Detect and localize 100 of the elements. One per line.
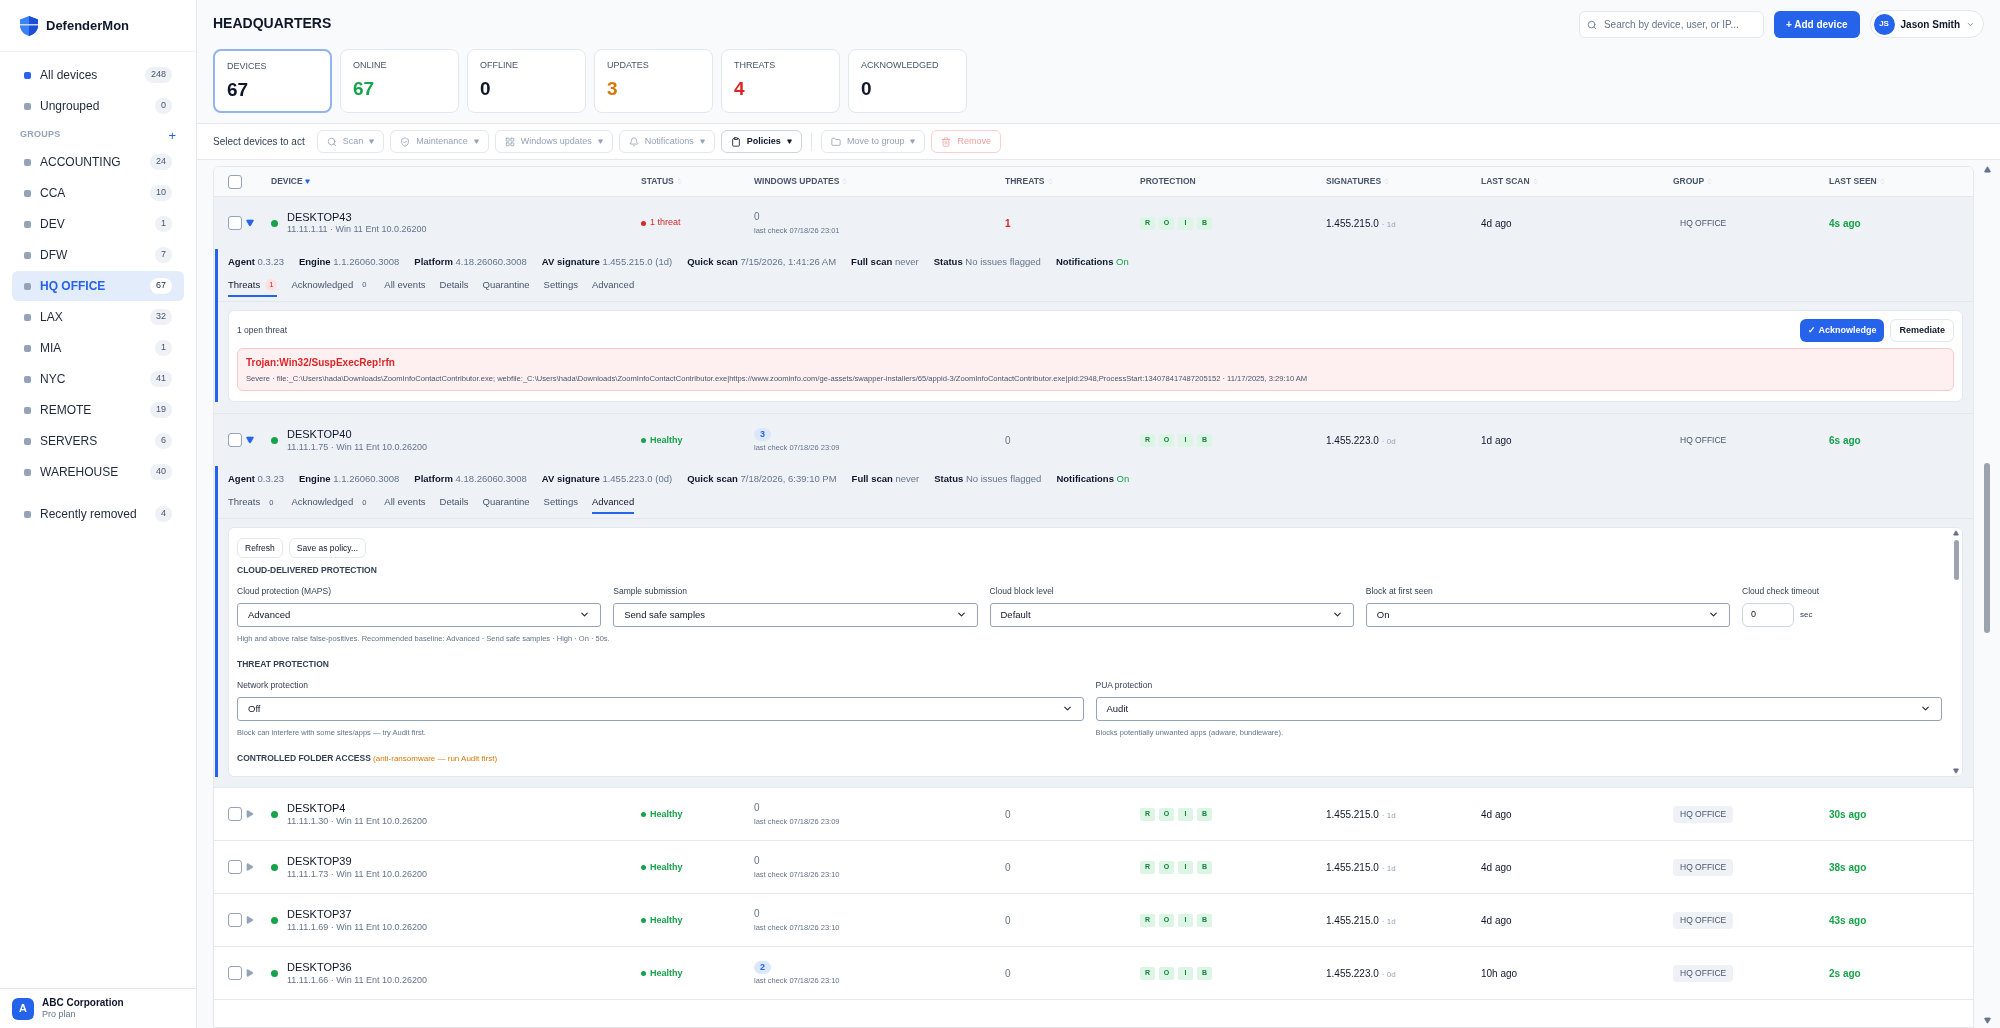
select-field[interactable]: Default bbox=[989, 602, 1354, 627]
detail-tab[interactable]: Quarantine bbox=[482, 492, 530, 515]
collapsed-caret-icon[interactable] bbox=[246, 863, 254, 872]
expanded-caret-icon[interactable] bbox=[246, 436, 254, 445]
info-item: Notifications On bbox=[1056, 472, 1130, 487]
count-badge: 32 bbox=[150, 309, 172, 325]
count-badge: 24 bbox=[150, 154, 172, 170]
sidebar-item[interactable]: MIA 1 bbox=[12, 333, 184, 363]
column-header[interactable]: WINDOWS UPDATES bbox=[754, 175, 1005, 188]
sidebar-item[interactable]: All devices 248 bbox=[12, 60, 184, 90]
detail-tab[interactable]: Advanced bbox=[591, 275, 635, 297]
stat-card[interactable]: ONLINE 67 bbox=[340, 49, 459, 113]
stat-card[interactable]: OFFLINE 0 bbox=[467, 49, 586, 113]
search-field[interactable]: Search by device, user, or IP... bbox=[1578, 10, 1764, 38]
column-header[interactable]: SIGNATURES bbox=[1326, 175, 1481, 188]
sidebar-item[interactable]: SERVERS 6 bbox=[12, 426, 184, 456]
column-header[interactable]: GROUP bbox=[1673, 175, 1829, 188]
caret-icon bbox=[369, 139, 375, 144]
sidebar-item[interactable]: LAX 32 bbox=[12, 302, 184, 332]
sidebar-item[interactable]: ACCOUNTING 24 bbox=[12, 147, 184, 177]
row-checkbox[interactable] bbox=[228, 966, 242, 981]
detail-tab[interactable]: All events bbox=[384, 492, 426, 515]
threat-count: 0 bbox=[1005, 807, 1012, 822]
column-header[interactable]: STATUS bbox=[641, 175, 754, 188]
expanded-caret-icon[interactable] bbox=[246, 219, 254, 227]
signature-age: · 0d bbox=[1381, 968, 1396, 981]
sidebar-item[interactable]: WAREHOUSE 40 bbox=[12, 457, 184, 487]
column-header[interactable]: LAST SCAN bbox=[1481, 175, 1673, 188]
select-field[interactable]: On bbox=[1365, 602, 1730, 627]
select-field[interactable]: Send safe samples bbox=[613, 602, 978, 627]
collapsed-caret-icon[interactable] bbox=[246, 916, 254, 925]
group-tag: HQ OFFICE bbox=[1673, 432, 1734, 449]
select-field[interactable]: Audit bbox=[1095, 696, 1942, 721]
stat-value: 0 bbox=[480, 76, 492, 101]
sidebar-item[interactable]: Recently removed 4 bbox=[12, 499, 184, 529]
row-checkbox[interactable] bbox=[228, 913, 242, 928]
sidebar-item[interactable]: NYC 41 bbox=[12, 364, 184, 394]
field-label: PUA protection bbox=[1095, 678, 1154, 692]
sidebar-item[interactable]: REMOTE 19 bbox=[12, 395, 184, 425]
scrollbar[interactable] bbox=[1950, 528, 1962, 777]
detail-tab[interactable]: Settings bbox=[543, 275, 578, 297]
signature-age: · 1d bbox=[1381, 218, 1396, 231]
panel-button[interactable]: Save as policy... bbox=[288, 538, 367, 559]
number-field[interactable]: 0 bbox=[1742, 602, 1794, 627]
threat-summary: 1 open threat bbox=[237, 324, 288, 337]
device-name: DESKTOP40 bbox=[287, 427, 353, 442]
collapsed-caret-icon[interactable] bbox=[246, 969, 254, 978]
stat-card[interactable]: UPDATES 3 bbox=[594, 49, 713, 113]
field-label: Sample submission bbox=[613, 585, 688, 598]
signature-version: 1.455.215.0 bbox=[1326, 913, 1379, 928]
action-button[interactable]: Remediate bbox=[1890, 319, 1954, 342]
stat-card[interactable]: DEVICES 67 bbox=[213, 49, 332, 113]
detail-tab[interactable]: Quarantine bbox=[482, 275, 530, 297]
count-badge: 6 bbox=[155, 433, 172, 449]
field-label: Cloud check timeout bbox=[1742, 585, 1820, 598]
detail-tab[interactable]: Details bbox=[439, 492, 469, 515]
row-checkbox[interactable] bbox=[228, 433, 242, 448]
device-subtitle: 11.11.1.30 · Win 11 Ent 10.0.26200 bbox=[287, 815, 428, 827]
stat-card[interactable]: ACKNOWLEDGED 0 bbox=[848, 49, 967, 113]
user-menu[interactable]: JS Jason Smith bbox=[1869, 10, 1984, 38]
sidebar-item[interactable]: HQ OFFICE 67 bbox=[12, 271, 184, 301]
add-group-button[interactable]: + bbox=[168, 128, 176, 142]
column-header[interactable]: DEVICE bbox=[271, 175, 641, 188]
toolbar-button[interactable]: Policies bbox=[720, 130, 802, 153]
sidebar-item[interactable]: CCA 10 bbox=[12, 178, 184, 208]
device-name: DESKTOP36 bbox=[287, 960, 353, 975]
info-item: Full scan never bbox=[851, 472, 920, 487]
row-checkbox[interactable] bbox=[228, 807, 242, 822]
device-subtitle: 11.11.1.75 · Win 11 Ent 10.0.26200 bbox=[287, 441, 428, 453]
signature-age: · 1d bbox=[1381, 862, 1396, 875]
column-header[interactable]: LAST SEEN bbox=[1829, 175, 1973, 188]
last-seen: 38s ago bbox=[1829, 860, 1868, 875]
select-all-checkbox[interactable] bbox=[228, 174, 242, 189]
detail-tab[interactable]: Settings bbox=[543, 492, 578, 515]
select-field[interactable]: Advanced bbox=[237, 602, 602, 627]
detail-tab[interactable]: All events bbox=[384, 275, 426, 297]
column-header[interactable]: THREATS bbox=[1005, 175, 1140, 188]
updates-count: 0 bbox=[754, 211, 760, 224]
info-item: Platform 4.18.26060.3008 bbox=[414, 472, 527, 487]
panel-button[interactable]: Refresh bbox=[237, 538, 283, 559]
status-label: 1 threat bbox=[641, 216, 681, 230]
collapsed-caret-icon[interactable] bbox=[246, 810, 254, 819]
sidebar-item[interactable]: DEV 1 bbox=[12, 209, 184, 239]
updates-count: 3 bbox=[754, 428, 771, 442]
sidebar-item[interactable]: Ungrouped 0 bbox=[12, 91, 184, 121]
stat-card[interactable]: THREATS 4 bbox=[721, 49, 840, 113]
user-avatar: JS bbox=[1873, 13, 1895, 35]
row-checkbox[interactable] bbox=[228, 216, 242, 230]
threat-name: Trojan:Win32/SuspExecRep!rfn bbox=[246, 356, 396, 370]
column-header[interactable]: PROTECTION bbox=[1140, 175, 1326, 188]
signature-age: · 0d bbox=[1381, 435, 1396, 448]
detail-tab[interactable]: Details bbox=[439, 275, 469, 297]
info-item: Full scan never bbox=[851, 254, 919, 269]
add-device-button[interactable]: + Add device bbox=[1773, 10, 1860, 38]
row-checkbox[interactable] bbox=[228, 860, 242, 875]
select-field[interactable]: Off bbox=[237, 696, 1084, 721]
count-badge: 41 bbox=[150, 371, 172, 387]
action-button[interactable]: ✓ Acknowledge bbox=[1800, 319, 1885, 342]
detail-tab[interactable]: Advanced bbox=[591, 492, 635, 515]
sidebar-item[interactable]: DFW 7 bbox=[12, 240, 184, 270]
